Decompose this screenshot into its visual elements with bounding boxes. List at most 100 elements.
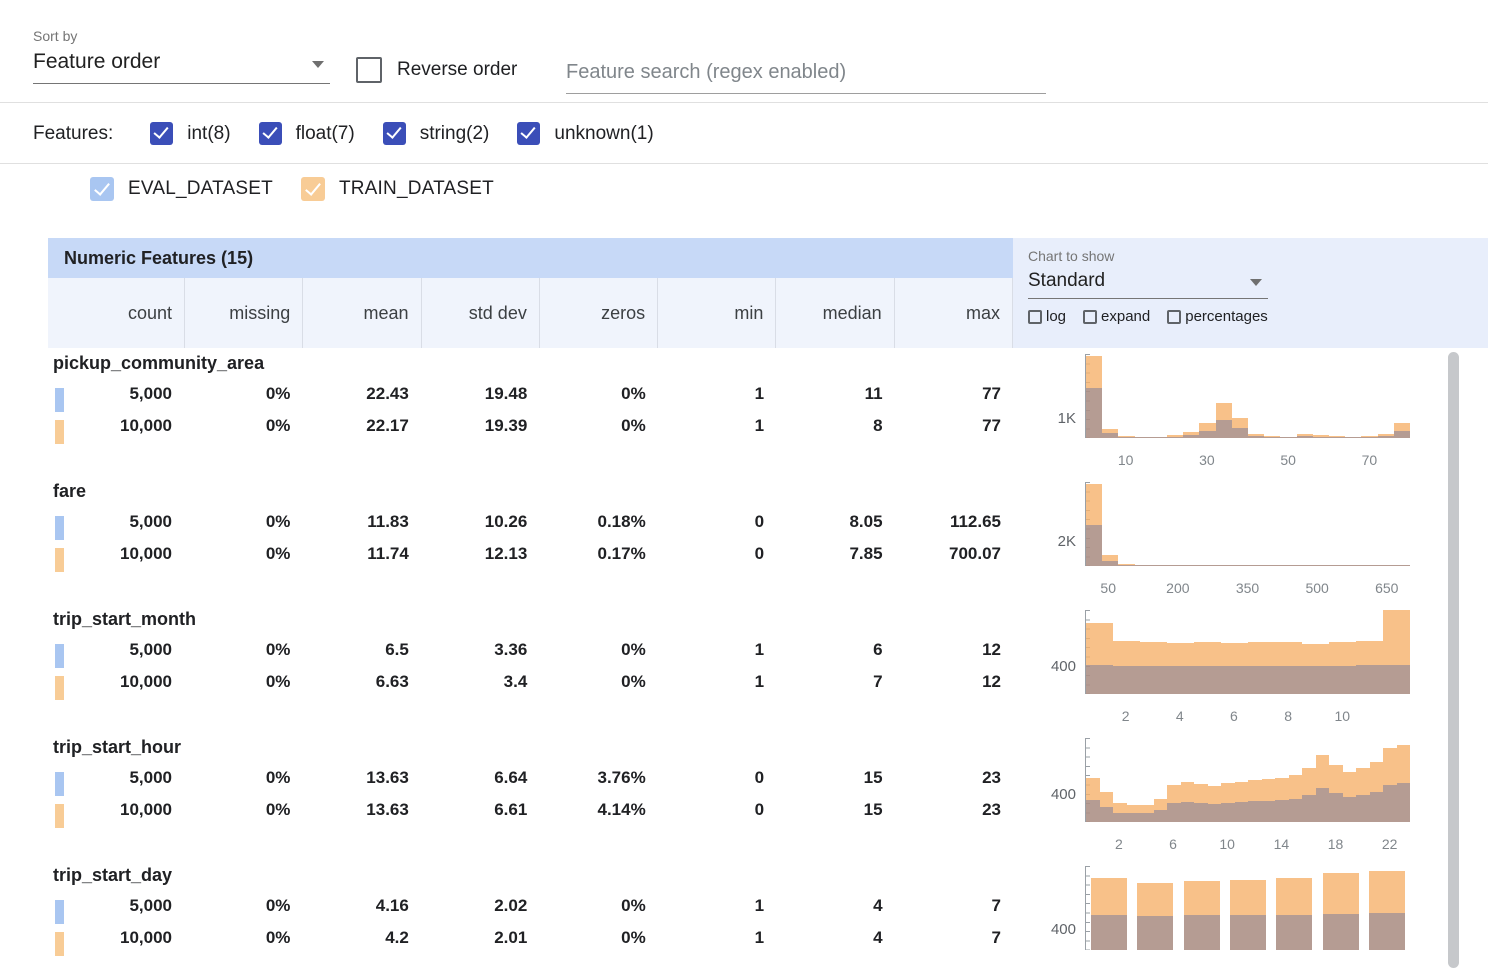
chart-option-expand[interactable]: expand [1083, 308, 1150, 325]
stat-mean: 13.63 [302, 800, 420, 820]
chart-option-label: expand [1101, 308, 1150, 325]
stat-median: 7.85 [776, 544, 894, 564]
y-axis-label: 400 [1030, 658, 1076, 675]
y-axis-label: 400 [1030, 921, 1076, 938]
sort-by-select[interactable]: Feature order [33, 44, 330, 84]
stat-count: 10,000 [48, 416, 184, 436]
feature-type-filter-int[interactable]: int(8) [150, 122, 230, 145]
stat-count: 5,000 [48, 896, 184, 916]
stat-count: 10,000 [48, 928, 184, 948]
feature-type-label: int(8) [187, 123, 230, 145]
feature-type-filter-float[interactable]: float(7) [259, 122, 355, 145]
stat-max: 7 [895, 928, 1013, 948]
checkbox-checked-icon [259, 122, 282, 145]
column-header-median: median [775, 278, 893, 348]
histogram-bar-eval [1167, 437, 1183, 439]
stat-median: 6 [776, 640, 894, 660]
x-tick-label: 50 [1100, 580, 1116, 596]
feature-stats: trip_start_day 5,0000%4.162.020%14710,00… [48, 860, 1013, 954]
stat-count: 5,000 [48, 384, 184, 404]
column-header-count: count [48, 278, 184, 348]
histogram-chart-fare[interactable]: 2K 50200350500650 [1030, 476, 1460, 604]
dataset-toggle-train[interactable]: TRAIN_DATASET [301, 177, 494, 201]
histogram-bar-eval [1329, 565, 1345, 566]
histogram-bar-eval [1194, 666, 1221, 694]
feature-stats-row-eval: 5,0000%4.162.020%147 [48, 890, 1013, 922]
search-placeholder: Feature search (regex enabled) [566, 61, 846, 83]
histogram-bar-eval [1383, 665, 1410, 694]
chart-type-select[interactable]: Standard [1028, 266, 1268, 299]
feature-type-filter-unknown[interactable]: unknown(1) [517, 122, 653, 145]
column-header-zeros: zeros [539, 278, 657, 348]
facets-overview: Sort by Feature order Reverse order Feat… [0, 0, 1488, 968]
histogram-chart-trip_start_hour[interactable]: 400 2610141822 [1030, 732, 1460, 860]
histogram-bar-eval [1264, 437, 1280, 438]
stat-count: 5,000 [48, 512, 184, 532]
stat-mean: 4.16 [302, 896, 420, 916]
dataset-toggle-eval[interactable]: EVAL_DATASET [90, 177, 273, 201]
histogram-bar-eval [1208, 804, 1222, 822]
stat-count: 5,000 [48, 768, 184, 788]
histogram-bar-eval [1135, 565, 1151, 566]
eval-color-chip [55, 772, 64, 796]
histogram-bar-eval [1361, 565, 1377, 566]
stat-max: 23 [895, 800, 1013, 820]
reverse-order-checkbox[interactable]: Reverse order [356, 57, 517, 83]
feature-stats-row-train: 10,0000%6.633.40%1712 [48, 666, 1013, 698]
histogram-bar-eval [1140, 813, 1154, 822]
stat-missing: 0% [184, 928, 302, 948]
vertical-scrollbar[interactable] [1448, 352, 1459, 968]
chart-option-percentages[interactable]: percentages [1167, 308, 1268, 325]
feature-block-fare: fare 5,0000%11.8310.260.18%08.05112.6510… [0, 476, 1488, 604]
train-color-chip [55, 676, 64, 700]
chevron-down-icon [312, 61, 324, 68]
histogram-bar-eval [1086, 665, 1113, 694]
x-tick-label: 10 [1118, 452, 1134, 468]
stat-max: 700.07 [895, 544, 1013, 564]
histogram-bar-eval [1135, 437, 1151, 438]
stat-zeros: 0.18% [539, 512, 657, 532]
stat-std-dev: 2.02 [421, 896, 539, 916]
stat-median: 8 [776, 416, 894, 436]
stat-max: 12 [895, 640, 1013, 660]
feature-type-label: string(2) [420, 123, 490, 145]
histogram-chart-trip_start_month[interactable]: 400 246810 [1030, 604, 1460, 732]
histogram-bar-eval [1086, 388, 1102, 438]
histogram-bar-eval [1232, 565, 1248, 566]
histogram-bar-eval [1378, 436, 1394, 438]
x-tick-label: 70 [1362, 452, 1378, 468]
histogram-bar-eval [1154, 810, 1168, 822]
histogram-bar-eval [1262, 801, 1276, 823]
x-axis-labels: 2610141822 [1085, 836, 1410, 854]
checkbox-checked-icon [383, 122, 406, 145]
x-axis-labels: 10305070 [1085, 452, 1410, 470]
histogram-bar-eval [1102, 433, 1118, 438]
chart-option-label: log [1046, 308, 1066, 325]
checkbox-checked-icon [301, 177, 325, 201]
train-color-chip [55, 804, 64, 828]
stat-median: 15 [776, 800, 894, 820]
sort-by-value: Feature order [33, 50, 160, 73]
y-axis-label: 1K [1030, 410, 1076, 427]
feature-type-filter-string[interactable]: string(2) [383, 122, 490, 145]
histogram-bar-eval [1216, 565, 1232, 566]
histogram-bar-eval [1113, 813, 1127, 822]
chevron-down-icon [1250, 279, 1262, 286]
feature-search-input[interactable]: Feature search (regex enabled) [566, 52, 1046, 94]
histogram-bar-eval [1345, 437, 1361, 438]
histogram-chart-trip_start_day[interactable]: 400 [1030, 860, 1460, 968]
feature-type-filter-list: int(8) float(7) string(2) unknown(1) [150, 122, 681, 145]
stat-median: 11 [776, 384, 894, 404]
histogram-plot [1085, 354, 1410, 438]
feature-stats: fare 5,0000%11.8310.260.18%08.05112.6510… [48, 476, 1013, 570]
column-header-mean: mean [302, 278, 420, 348]
histogram-chart-pickup_community_area[interactable]: 1K 10305070 [1030, 348, 1460, 476]
histogram-bar-eval [1329, 793, 1343, 822]
chart-option-log[interactable]: log [1028, 308, 1066, 325]
histogram-bar-eval [1289, 799, 1303, 823]
checkbox-checked-icon [90, 177, 114, 201]
histogram-bar-eval [1394, 565, 1410, 566]
stat-zeros: 0% [539, 896, 657, 916]
stat-std-dev: 10.26 [421, 512, 539, 532]
histogram-bar-eval [1280, 437, 1296, 438]
